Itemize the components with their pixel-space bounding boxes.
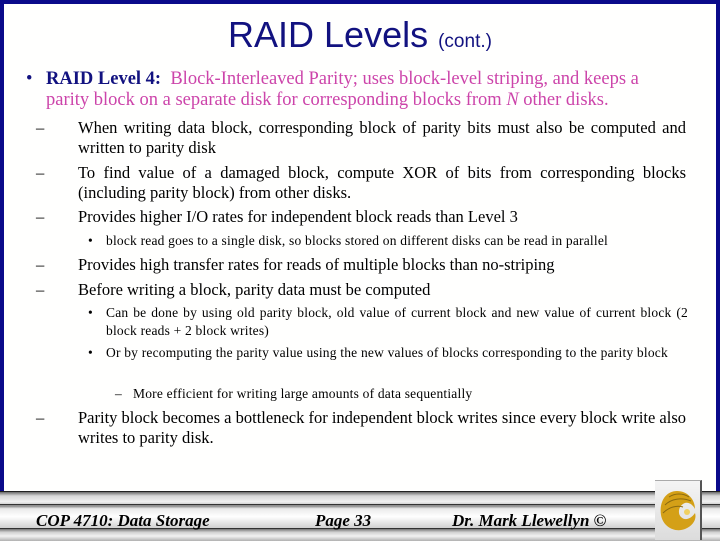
sub-sub-bullet: • Or by recomputing the parity value usi… [88, 344, 688, 362]
footer-page: Page 33 [315, 511, 372, 530]
sub-bullet: – Provides high transfer rates for reads… [36, 255, 686, 275]
sub-sub-bullet: • Can be done by using old parity block,… [88, 304, 688, 340]
slide-title: RAID Levels (cont.) [0, 14, 720, 63]
sub-bullet: – Provides higher I/O rates for independ… [36, 207, 686, 227]
dot-marker: • [88, 233, 93, 248]
sub-bullet-text: Before writing a block, parity data must… [78, 280, 431, 299]
logo-box [655, 480, 702, 540]
dash-marker: – [115, 386, 122, 401]
main-bullet-text-line2-end: other disks. [518, 90, 609, 110]
sub-sub-bullet-text: Or by recomputing the parity value using… [106, 345, 668, 360]
main-bullet-text-line2: parity block on a separate disk for corr… [46, 90, 507, 110]
dash-marker: – [36, 163, 45, 182]
title-suffix: (cont.) [438, 31, 492, 52]
sub-sub-bullet-text: Can be done by using old parity block, o… [106, 305, 688, 338]
pegasus-logo-icon [660, 491, 696, 531]
footer-bar: COP 4710: Data Storage Page 33 Dr. Mark … [0, 491, 720, 541]
dash-marker: – [36, 408, 45, 427]
sub-bullet: – Parity block becomes a bottleneck for … [36, 408, 686, 448]
variable-n: N [506, 90, 519, 110]
title-main: RAID Levels [228, 14, 429, 55]
sub-sub-sub-bullet-text: More efficient for writing large amounts… [133, 386, 473, 401]
footer-author: Dr. Mark Llewellyn © [452, 511, 607, 530]
sub-bullet: – Before writing a block, parity data mu… [36, 280, 686, 300]
bullet-marker: • [26, 69, 33, 89]
sub-sub-bullet-text: block read goes to a single disk, so blo… [106, 233, 608, 248]
dot-marker: • [88, 305, 93, 320]
dot-marker: • [88, 345, 93, 360]
sub-sub-bullet: • block read goes to a single disk, so b… [88, 232, 688, 250]
footer-course: COP 4710: Data Storage [36, 511, 210, 530]
raid-level-heading: RAID Level 4: [46, 69, 162, 89]
sub-bullet-text: When writing data block, corresponding b… [78, 118, 686, 157]
main-bullet-text-line1: Block-Interleaved Parity; uses block-lev… [170, 69, 639, 89]
sub-bullet-text: To find value of a damaged block, comput… [78, 163, 686, 202]
dash-marker: – [36, 255, 45, 274]
sub-bullet: – When writing data block, corresponding… [36, 118, 686, 158]
dash-marker: – [36, 118, 45, 137]
sub-sub-sub-bullet: – More efficient for writing large amoun… [115, 385, 675, 403]
main-bullet: • RAID Level 4: Block-Interleaved Parity… [26, 69, 696, 111]
sub-bullet-text: Parity block becomes a bottleneck for in… [78, 408, 687, 447]
sub-bullet-text: Provides high transfer rates for reads o… [78, 255, 555, 274]
dash-marker: – [36, 207, 45, 226]
sub-bullet-text: Provides higher I/O rates for independen… [78, 207, 518, 226]
sub-bullet: – To find value of a damaged block, comp… [36, 163, 686, 203]
dash-marker: – [36, 280, 45, 299]
footer-divider [0, 504, 720, 505]
